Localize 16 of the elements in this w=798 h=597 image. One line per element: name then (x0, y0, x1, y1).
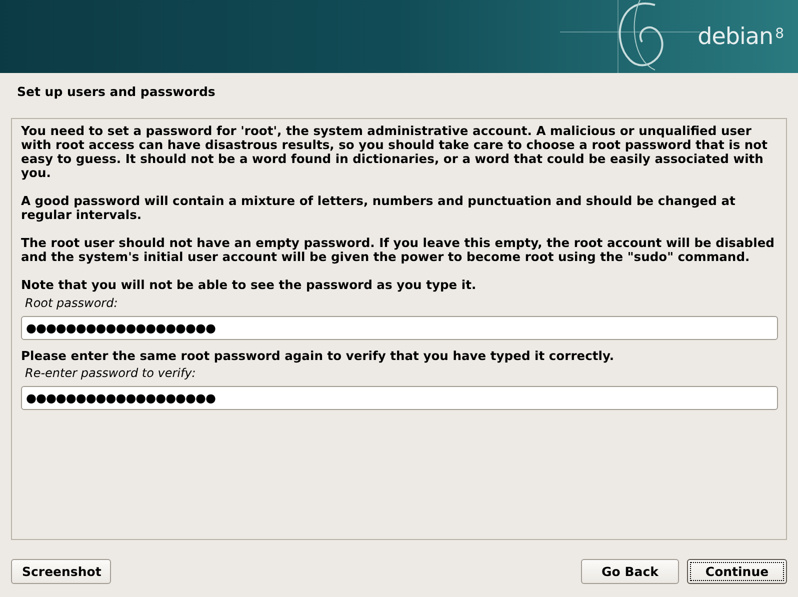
prompt-text: Please enter the same root password again to verify that you have typed it correctly. (21, 349, 616, 363)
password-field[interactable]: ●●●●●●●●●●●●●●●●●●● (21, 386, 778, 410)
continue-button[interactable]: Continue (687, 559, 787, 584)
instruction-text: Note that you will not be able to see the password as you type it. (21, 278, 478, 292)
password-field[interactable]: ●●●●●●●●●●●●●●●●●●● (21, 316, 778, 340)
back-button[interactable]: Go Back (581, 559, 679, 584)
swirl-logo-icon (560, 0, 700, 73)
field-label: Re-enter password to verify: (25, 366, 197, 382)
screenshot-button[interactable]: Screenshot (11, 559, 111, 584)
version-text: 8 (775, 26, 784, 42)
field-label: Root password: (25, 296, 119, 312)
logo-text: debian (698, 24, 774, 50)
instruction-text: A good password will contain a mixture of letters, numbers and punctuation and should be changed at regular intervals. (21, 194, 736, 222)
instruction-text: You need to set a password for 'root', the system administrative account. A malicious or unqualified user with root access can have disastrous results, so you should take care to choose a root password that is not easy to guess. It should not be a word found in dictionaries, or a word that could be easily associated with you. (21, 124, 769, 180)
page-title: Set up users and passwords (16, 83, 216, 101)
instruction-text: The root user should not have an empty password. If you leave this empty, the root account will be disabled and the system's initial user account will be given the power to become root using the "sudo" command. (21, 236, 776, 264)
